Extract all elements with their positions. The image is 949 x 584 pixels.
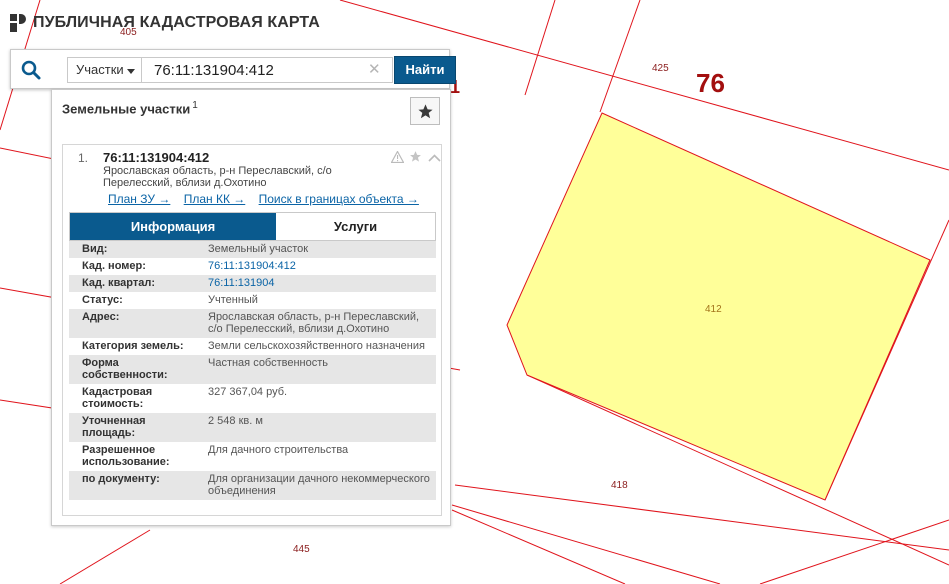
- tab-information[interactable]: Информация: [70, 213, 276, 240]
- info-row: Разрешенное использование: Для дачного ст…: [69, 442, 436, 471]
- info-row: Уточненная площадь: 2 548 кв. м: [69, 413, 436, 442]
- plan-kk-link[interactable]: План КК →: [184, 192, 246, 206]
- info-row-value: Для дачного строительства: [208, 444, 349, 456]
- search-type-select[interactable]: Участки: [67, 57, 142, 83]
- map-label: 445: [293, 544, 310, 555]
- boundary-line: [59, 529, 151, 584]
- info-row-key: Вид:: [82, 243, 108, 255]
- info-row-link[interactable]: 76:11:131904:412: [208, 260, 296, 272]
- info-row-key: Категория земель:: [82, 340, 184, 352]
- info-row: Форма собственности: Частная собственност…: [69, 355, 436, 384]
- search-type-label: Участки: [76, 62, 124, 77]
- result-address: Ярославская область, р-н Переславский, с…: [103, 165, 332, 189]
- info-row-key: Кадастровая стоимость:: [82, 386, 153, 410]
- info-row-key: по документу:: [82, 473, 160, 485]
- results-title: Земельные участки 1: [62, 100, 198, 116]
- result-index: 1.: [78, 151, 89, 165]
- info-row: Вид: Земельный участок: [69, 241, 436, 258]
- card-actions: [390, 150, 441, 168]
- info-row-value: 2 548 кв. м: [208, 415, 263, 427]
- app-title: ПУБЛИЧНАЯ КАДАСТРОВАЯ КАРТА: [33, 14, 320, 31]
- search-bar: Участки ✕ Найти: [10, 49, 456, 89]
- info-row-key: Разрешенное использование:: [82, 444, 170, 468]
- info-row-value: 76:11:131904:412: [196, 258, 436, 275]
- info-table: Вид: Земельный участок Кад. номер: 76:11:13…: [69, 241, 436, 500]
- results-panel: Земельные участки 1 1. 76:11:131904:412 Я…: [51, 89, 451, 526]
- star-icon: [418, 104, 433, 119]
- info-row-key: Адрес:: [82, 311, 120, 323]
- info-row-key: Кад. номер:: [82, 260, 146, 272]
- info-row: Статус: Учтенный: [69, 292, 436, 309]
- info-row: Категория земель: Земли сельскохозяйствен…: [69, 338, 436, 355]
- info-row-value: Частная собственность: [208, 357, 329, 369]
- chevron-up-icon[interactable]: [428, 150, 441, 168]
- boundary-line: [454, 484, 949, 551]
- info-row: Кадастровая стоимость: 327 367,04 руб.: [69, 384, 436, 413]
- info-row-value: 76:11:131904: [196, 275, 436, 292]
- result-tabs: Информация Услуги: [69, 212, 436, 241]
- boundary-line: [599, 0, 641, 113]
- clear-icon[interactable]: ✕: [368, 62, 381, 78]
- region-number: 76: [696, 68, 725, 98]
- boundary-line: [524, 0, 556, 96]
- result-card: 1. 76:11:131904:412 Ярославская область,…: [62, 144, 442, 516]
- info-row: Кад. номер: 76:11:131904:412: [69, 258, 436, 275]
- results-title-text: Земельные участки: [62, 101, 191, 117]
- app-header: ПУБЛИЧНАЯ КАДАСТРОВАЯ КАРТА: [10, 14, 320, 32]
- chevron-down-icon: [127, 69, 135, 74]
- info-row-link[interactable]: 76:11:131904: [208, 277, 274, 289]
- info-row-value: 327 367,04 руб.: [208, 386, 288, 398]
- search-input[interactable]: [141, 57, 393, 83]
- logo-icon: [10, 14, 26, 32]
- warning-icon[interactable]: [390, 150, 405, 168]
- info-row: Кад. квартал: 76:11:131904: [69, 275, 436, 292]
- info-row-key: Уточненная площадь:: [82, 415, 146, 439]
- results-count: 1: [192, 100, 198, 111]
- info-row-value: Учтенный: [208, 294, 258, 306]
- plan-zu-link[interactable]: План ЗУ →: [108, 192, 170, 206]
- info-row: Адрес: Ярославская область, р-н Переславс…: [69, 309, 436, 338]
- search-icon[interactable]: [20, 59, 42, 81]
- info-row-key: Кад. квартал:: [82, 277, 156, 289]
- parcel-number-label: 412: [705, 304, 722, 315]
- map-label: 425: [652, 63, 669, 74]
- info-row-value: Для организации дачного некоммерческого …: [208, 473, 430, 497]
- search-in-bounds-link[interactable]: Поиск в границах объекта →: [259, 192, 419, 206]
- map-label: 418: [611, 480, 628, 491]
- tab-services[interactable]: Услуги: [276, 213, 435, 240]
- result-links: План ЗУ → План КК → Поиск в границах объ…: [108, 192, 429, 206]
- info-row-value: Земли сельскохозяйственного назначения: [208, 340, 425, 352]
- favorites-button[interactable]: [410, 97, 440, 125]
- info-row-value: Земельный участок: [208, 243, 309, 255]
- boundary-line: [451, 509, 626, 584]
- result-cad-number[interactable]: 76:11:131904:412: [103, 150, 209, 165]
- boundary-line: [451, 504, 721, 584]
- star-icon[interactable]: [409, 150, 422, 168]
- find-button[interactable]: Найти: [394, 56, 456, 84]
- info-row-value: Ярославская область, р-н Переславский, с…: [208, 311, 420, 335]
- info-row-key: Статус:: [82, 294, 123, 306]
- info-row-key: Форма собственности:: [82, 357, 168, 381]
- info-row: по документу: Для организации дачного нек…: [69, 471, 436, 500]
